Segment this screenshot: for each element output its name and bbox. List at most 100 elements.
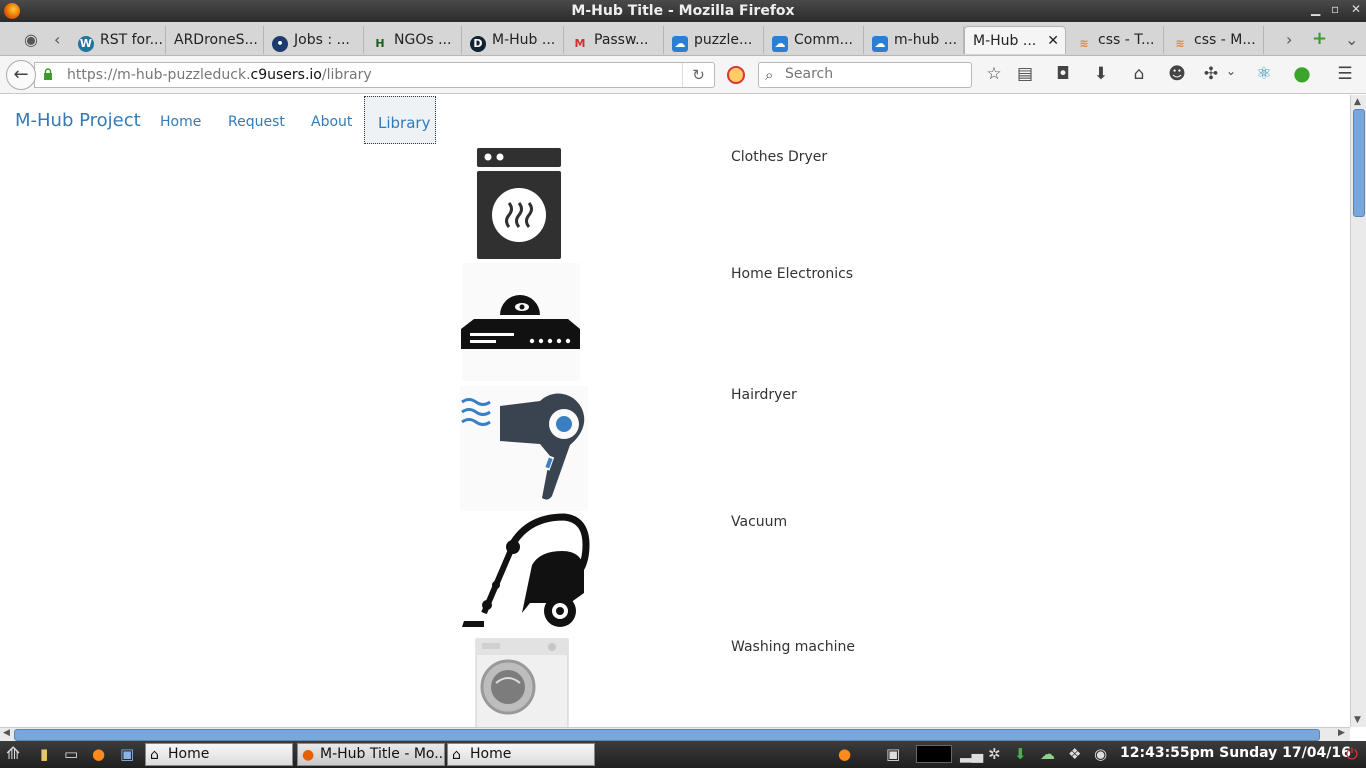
nav-library[interactable]: Library bbox=[364, 96, 436, 144]
taskbar-item-home-1[interactable]: ⌂ Home bbox=[145, 743, 293, 766]
minimize-icon[interactable]: ▁ bbox=[1311, 2, 1320, 16]
power-icon[interactable]: ⏻ bbox=[1346, 745, 1358, 763]
tab-mhub-active[interactable]: M-Hub ... ✕ bbox=[964, 26, 1066, 54]
tab-css-1[interactable]: ≋ css - T... bbox=[1068, 26, 1164, 54]
page-content: M-Hub Project Home Request About Library… bbox=[0, 95, 1350, 727]
horizontal-scrollbar[interactable]: ◀ ▶ bbox=[0, 727, 1350, 741]
cloud9-icon: ☁ bbox=[872, 36, 888, 52]
menu-icon[interactable]: ☰ bbox=[1334, 64, 1356, 84]
window-switcher-icon[interactable]: ▣ bbox=[120, 745, 134, 763]
library-item-label: Home Electronics bbox=[731, 266, 854, 282]
home-icon: ⌂ bbox=[452, 747, 461, 763]
firefox-icon: ● bbox=[302, 747, 315, 763]
bookmark-star-icon[interactable]: ☆ bbox=[983, 64, 1005, 84]
tab-rst[interactable]: W RST for... bbox=[70, 26, 166, 54]
stackoverflow-icon: ≋ bbox=[1175, 37, 1185, 50]
extension-menu-icon[interactable]: ⌄ bbox=[1220, 64, 1242, 78]
vacuum-icon bbox=[462, 513, 590, 627]
extension-icon[interactable]: ✣ bbox=[1200, 64, 1222, 84]
clothes-dryer-icon bbox=[476, 147, 562, 259]
scroll-right-icon[interactable]: ▶ bbox=[1338, 728, 1345, 738]
monitor-tray-icon[interactable]: ▣ bbox=[886, 745, 900, 763]
taskbar-item-home-2[interactable]: ⌂ Home bbox=[447, 743, 595, 766]
start-menu-icon[interactable]: ⟰ bbox=[6, 744, 20, 764]
url-bar[interactable]: https://m-hub-puzzleduck.c9users.io/libr… bbox=[34, 62, 715, 88]
firefox-tray-icon[interactable]: ● bbox=[838, 745, 851, 763]
tab-scroll-right-icon[interactable]: › bbox=[1286, 30, 1292, 49]
home-icon[interactable]: ⌂ bbox=[1128, 64, 1150, 84]
search-icon: ⌕ bbox=[765, 66, 774, 84]
scroll-down-icon[interactable]: ▼ bbox=[1354, 715, 1361, 725]
file-manager-icon[interactable]: ▮ bbox=[40, 745, 48, 763]
download-tray-icon[interactable]: ⬇ bbox=[1014, 745, 1027, 763]
maximize-icon[interactable]: ▫ bbox=[1331, 2, 1339, 16]
library-item-label: Hairdryer bbox=[731, 387, 797, 403]
nav-about[interactable]: About bbox=[311, 114, 352, 130]
hairdryer-icon bbox=[460, 386, 588, 511]
site-brand[interactable]: M-Hub Project bbox=[15, 110, 141, 131]
volume-icon[interactable]: ◉ bbox=[1094, 745, 1107, 763]
tab-comm[interactable]: ☁ Comm... bbox=[764, 26, 864, 54]
gmail-icon: M bbox=[574, 37, 586, 50]
vertical-scroll-thumb[interactable] bbox=[1353, 109, 1365, 217]
horizontal-scroll-thumb[interactable] bbox=[14, 729, 1320, 741]
tab-ngos[interactable]: H NGOs ... bbox=[364, 26, 462, 54]
dvd-player-icon bbox=[461, 263, 580, 381]
scroll-left-icon[interactable]: ◀ bbox=[3, 728, 10, 738]
jobs-icon: • bbox=[272, 36, 288, 52]
window-titlebar: M-Hub Title - Mozilla Firefox ▁ ▫ ✕ bbox=[0, 0, 1366, 22]
stackoverflow-icon: ≋ bbox=[1079, 37, 1089, 50]
d-icon: D bbox=[470, 36, 486, 52]
library-item-label: Vacuum bbox=[731, 514, 788, 530]
wordpress-icon: W bbox=[78, 36, 94, 52]
clock: 12:43:55pm Sunday 17/04/16 bbox=[1120, 745, 1351, 761]
close-tab-icon[interactable]: ✕ bbox=[1047, 33, 1059, 49]
washing-machine-image bbox=[475, 638, 569, 727]
taskbar: ⟰ ▮ ▭ ● ▣ ⌂ Home ● M-Hub Title - Mo... ⌂ Ho… bbox=[0, 741, 1366, 768]
network-icon[interactable]: ⚛ bbox=[1253, 64, 1275, 84]
close-window-icon[interactable]: ✕ bbox=[1351, 2, 1361, 16]
reading-list-icon[interactable]: ▤ bbox=[1014, 64, 1036, 84]
cloud-check-icon[interactable]: ☁ bbox=[1040, 745, 1055, 763]
tab-jobs[interactable]: • Jobs : ... bbox=[264, 26, 364, 54]
terminal-icon[interactable]: ▭ bbox=[64, 745, 78, 763]
signal-icon[interactable]: ▂▄ bbox=[960, 745, 983, 763]
new-tab-icon[interactable]: + bbox=[1312, 28, 1327, 49]
tab-ardrone[interactable]: ARDroneS... bbox=[166, 26, 264, 54]
h-icon: H bbox=[375, 37, 385, 50]
tab-puzzle[interactable]: ☁ puzzle... bbox=[664, 26, 764, 54]
window-title: M-Hub Title - Mozilla Firefox bbox=[571, 3, 795, 19]
tab-mhub-1[interactable]: D M-Hub ... bbox=[462, 26, 564, 54]
noscript-icon[interactable] bbox=[727, 66, 745, 84]
vertical-scrollbar[interactable]: ▲ ▼ bbox=[1350, 95, 1366, 727]
tab-scroll-left-icon[interactable]: ‹ bbox=[54, 30, 60, 49]
cloud9-icon: ☁ bbox=[772, 36, 788, 52]
firefox-launcher-icon[interactable]: ● bbox=[92, 745, 105, 763]
home-icon: ⌂ bbox=[150, 747, 159, 763]
tab-list-icon[interactable]: ⌄ bbox=[1345, 30, 1358, 49]
lock-icon bbox=[44, 68, 52, 80]
nav-home[interactable]: Home bbox=[160, 114, 201, 130]
tab-css-2[interactable]: ≋ css - M... bbox=[1164, 26, 1264, 54]
url-text: https://m-hub-puzzleduck.c9users.io/libr… bbox=[67, 67, 372, 83]
scroll-up-icon[interactable]: ▲ bbox=[1354, 97, 1361, 107]
reload-icon[interactable]: ↻ bbox=[682, 63, 714, 87]
cpu-graph-icon bbox=[916, 745, 952, 763]
search-input[interactable] bbox=[785, 66, 965, 82]
chat-icon[interactable]: ☻ bbox=[1166, 64, 1188, 84]
back-button[interactable]: ← bbox=[6, 60, 36, 90]
cloud9-icon: ☁ bbox=[672, 36, 688, 52]
tab-scroll-home-icon[interactable]: ◉ bbox=[24, 30, 38, 49]
taskbar-item-firefox[interactable]: ● M-Hub Title - Mo... bbox=[297, 743, 445, 766]
pocket-icon[interactable]: ◘ bbox=[1052, 64, 1074, 84]
settings-tray-icon[interactable]: ✲ bbox=[988, 745, 1001, 763]
navigation-toolbar: https://m-hub-puzzleduck.c9users.io/libr… bbox=[0, 56, 1366, 94]
downloads-icon[interactable]: ⬇ bbox=[1090, 64, 1112, 84]
nav-request[interactable]: Request bbox=[228, 114, 285, 130]
tab-mhub-2[interactable]: ☁ m-hub ... bbox=[864, 26, 964, 54]
tab-passwords[interactable]: M Passw... bbox=[564, 26, 664, 54]
status-green-icon[interactable]: ● bbox=[1291, 61, 1313, 85]
dropbox-icon[interactable]: ❖ bbox=[1068, 745, 1081, 763]
search-bar[interactable]: ⌕ bbox=[758, 62, 972, 88]
library-item-label: Clothes Dryer bbox=[731, 149, 828, 165]
